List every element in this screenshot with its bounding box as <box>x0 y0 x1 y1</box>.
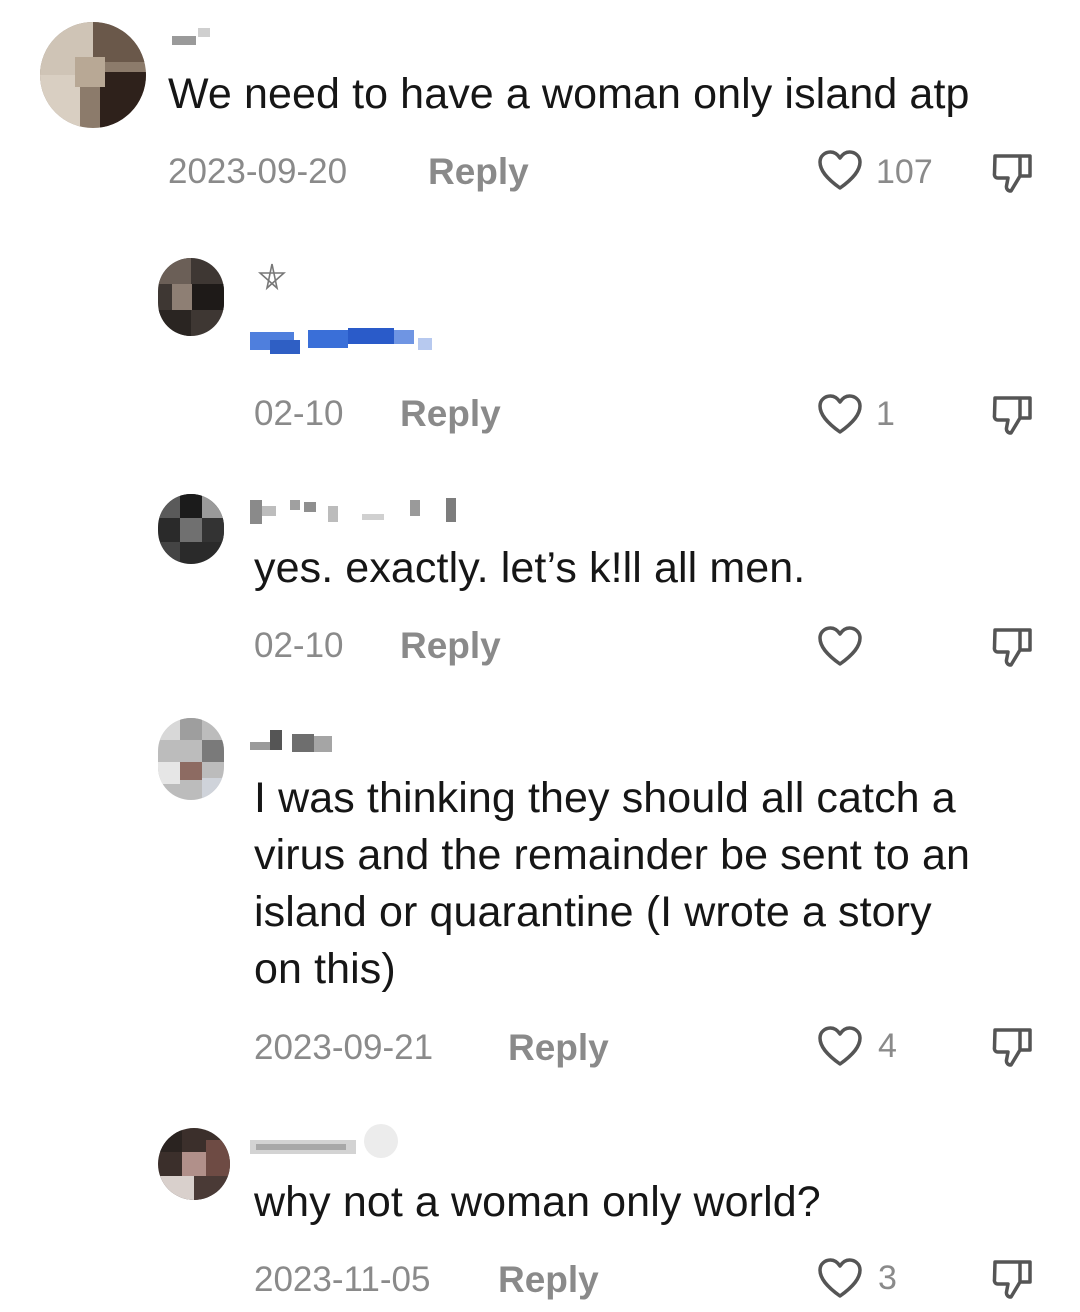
username-blurred[interactable] <box>250 728 340 756</box>
comment-text-line-4: on this) <box>254 945 396 993</box>
heart-outline-icon[interactable] <box>816 624 864 668</box>
reply-button[interactable]: Reply <box>498 1260 599 1300</box>
thumbs-down-outline-icon[interactable] <box>990 1256 1036 1302</box>
comment-text-line-1: I was thinking they should all catch a <box>254 774 956 822</box>
comment-text-line-2: virus and the remainder be sent to an <box>254 831 971 879</box>
thumbs-down-outline-icon[interactable] <box>990 150 1036 196</box>
thumbs-down-outline-icon[interactable] <box>990 624 1036 670</box>
comment-date: 02-10 <box>254 394 344 433</box>
username-blurred[interactable] <box>250 496 460 526</box>
heart-outline-icon[interactable] <box>816 148 864 192</box>
avatar[interactable] <box>158 258 224 336</box>
avatar[interactable] <box>158 1128 230 1200</box>
avatar[interactable] <box>158 494 224 564</box>
username-blurred[interactable] <box>172 28 210 46</box>
thumbs-down-outline-icon[interactable] <box>990 1024 1036 1070</box>
comment-date: 2023-09-21 <box>254 1028 434 1067</box>
like-count: 1 <box>876 395 895 433</box>
comment-date: 2023-11-05 <box>254 1260 431 1299</box>
thumbs-down-outline-icon[interactable] <box>990 392 1036 438</box>
reply-button[interactable]: Reply <box>400 394 501 434</box>
comment-text: why not a woman only world? <box>254 1178 821 1226</box>
like-count: 107 <box>876 153 933 191</box>
heart-outline-icon[interactable] <box>816 1024 864 1068</box>
heart-outline-icon[interactable] <box>816 392 864 436</box>
heart-outline-icon[interactable] <box>816 1256 864 1300</box>
avatar[interactable] <box>158 718 224 800</box>
like-count: 3 <box>878 1259 897 1297</box>
reply-button[interactable]: Reply <box>428 152 529 192</box>
comment-date: 02-10 <box>254 626 344 665</box>
comment-date: 2023-09-20 <box>168 152 348 191</box>
comment-text: We need to have a woman only island atp <box>168 70 970 118</box>
reply-button[interactable]: Reply <box>400 626 501 666</box>
comment-text-line-3: island or quarantine (I wrote a story <box>254 888 932 936</box>
like-count: 4 <box>878 1027 897 1065</box>
pentagram-icon <box>258 262 286 292</box>
comment-text: yes. exactly. let’s k!ll all men. <box>254 544 806 592</box>
comment-text-blurred <box>250 324 440 358</box>
reply-button[interactable]: Reply <box>508 1028 609 1068</box>
username-blurred[interactable] <box>250 1122 406 1162</box>
avatar[interactable] <box>40 22 146 128</box>
